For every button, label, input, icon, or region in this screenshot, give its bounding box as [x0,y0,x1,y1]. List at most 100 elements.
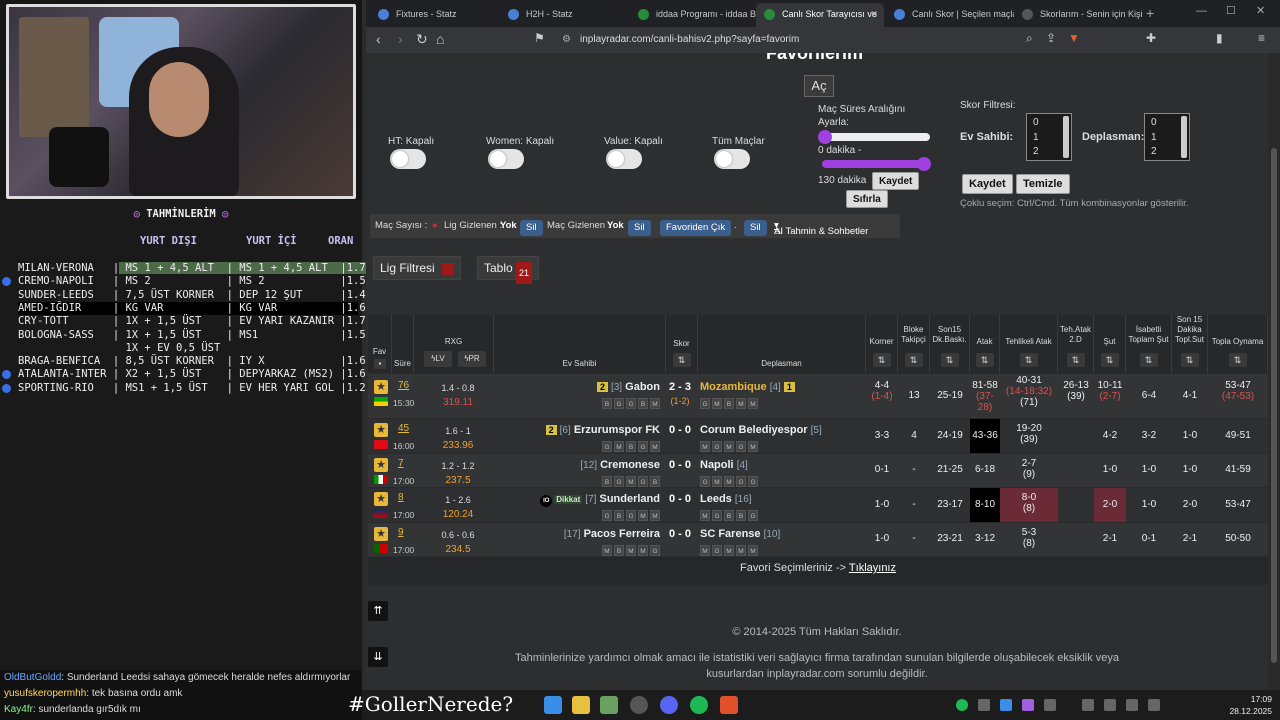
away-team[interactable]: Napoli [4] [700,459,748,471]
ai-chat-menu[interactable]: ♨ AI Tahmin & Sohbetler ▾ [774,220,868,237]
home-team[interactable]: 2 [6] Erzurumspor FK [545,424,660,436]
delete-league-hidden-button[interactable]: Sil [520,220,543,236]
women-toggle[interactable] [488,149,524,169]
match-rank-link[interactable]: 9 [398,527,404,538]
tray-icon[interactable] [1022,699,1034,711]
league-filter-button[interactable]: Lig Filtresi [373,256,461,280]
range-min-slider[interactable] [822,133,930,141]
file-explorer-icon[interactable] [572,696,590,714]
reset-range-button[interactable]: Sıfırla [846,190,888,208]
home-team[interactable]: [17] Pacos Ferreira [564,528,660,540]
site-info-icon[interactable]: ⚙ [562,30,571,50]
sort-icon[interactable]: ⇅ [872,353,891,367]
tab-iddaa[interactable]: iddaa Programı - iddaa Bü [630,3,758,27]
obs-icon[interactable] [630,696,648,714]
trash-icon[interactable]: ▪ [374,359,386,369]
favorite-star-icon[interactable]: ★ [374,458,388,472]
tray-icon[interactable] [1044,699,1056,711]
new-tab-icon[interactable]: + [1146,5,1154,21]
tab-selected-matches[interactable]: Canlı Skor | Seçilen maçlar [886,3,1014,27]
away-team[interactable]: SC Farense [10] [700,528,780,540]
page-scrollbar[interactable] [1268,53,1280,690]
ht-toggle[interactable] [390,149,426,169]
match-row[interactable]: ★ 76 15:30 1.4 - 0.8 319.11 2 [3] Gabon 2 - 3 (1… [368,373,1268,418]
bookmark-icon[interactable]: ⚑ [534,31,545,45]
maximize-icon[interactable]: ☐ [1226,4,1236,17]
sort-icon[interactable]: ⇅ [1228,353,1247,367]
table-button[interactable]: Tablo 21 [477,256,539,284]
lv-sort-button[interactable]: ϟLV [424,351,452,367]
sort-icon[interactable]: ⇅ [940,353,959,367]
sort-icon[interactable]: ⇅ [975,353,994,367]
close-icon[interactable]: ✕ [870,3,878,25]
favorite-star-icon[interactable]: ★ [374,380,388,394]
match-rank-link[interactable]: 76 [398,380,409,391]
range-max-slider[interactable] [822,160,930,168]
home-icon[interactable]: ⌂ [436,31,444,47]
spotify-icon[interactable] [690,696,708,714]
volume-icon[interactable] [1126,699,1138,711]
sort-icon[interactable]: ⇅ [672,353,691,367]
home-team[interactable]: IO Dikkat [7] Sunderland [540,493,660,507]
notepad-icon[interactable] [600,696,618,714]
sort-icon[interactable]: ⇅ [1180,353,1199,367]
all-matches-toggle[interactable] [714,149,750,169]
zoom-icon[interactable]: ⌕ [1026,31,1033,46]
sort-icon[interactable]: ⇅ [1139,353,1158,367]
tray-icon[interactable] [978,699,990,711]
tab-live-score-scanner[interactable]: Canlı Skor Tarayıcısı ve ✕ [756,3,884,27]
scroll-top-icon[interactable]: ⇈ [368,601,388,621]
tab-my-scores[interactable]: Skorlarım - Senin için Kişis [1014,3,1142,27]
save-range-button[interactable]: Kaydet [872,172,920,190]
clear-score-filter-button[interactable]: Temizle [1016,174,1070,194]
delete-match-hidden-button[interactable]: Sil [628,220,651,236]
tab-h2h[interactable]: H2H - Statz [500,3,628,27]
save-score-filter-button[interactable]: Kaydet [962,174,1013,194]
share-icon[interactable]: ⇪ [1046,31,1056,45]
home-score-listbox[interactable]: 012 [1026,113,1072,161]
away-team[interactable]: Mozambique [4] 1 [700,381,795,393]
windows-start-icon[interactable] [544,696,562,714]
menu-icon[interactable]: ≡ [1258,31,1265,45]
forward-icon[interactable]: › [398,31,403,47]
sort-icon[interactable]: ⇅ [904,353,923,367]
favorite-selections-link[interactable]: Favori Seçimleriniz -> Tıklayınız [740,562,896,574]
brave-icon[interactable] [720,696,738,714]
reload-icon[interactable]: ↻ [416,31,428,48]
range-min-knob[interactable] [818,130,832,144]
value-toggle[interactable] [606,149,642,169]
match-row[interactable]: ★ 8 17:00 1 - 2.6 120.24 IO Dikkat [7] Sunderla… [368,487,1268,523]
sidebar-icon[interactable]: ▮ [1216,31,1223,45]
open-button[interactable]: Aç [804,75,834,97]
sort-icon[interactable]: ⇅ [1066,353,1085,367]
match-row[interactable]: ★ 7 17:00 1.2 - 1.2 237.5 [12] Cremonese 0 - 0… [368,453,1268,487]
favorite-star-icon[interactable]: ★ [374,527,388,541]
close-window-icon[interactable]: ✕ [1256,4,1265,17]
back-icon[interactable]: ‹ [376,31,381,47]
battery-icon[interactable] [1148,699,1160,711]
range-max-knob[interactable] [917,157,931,171]
spotify-tray-icon[interactable] [956,699,968,711]
brave-shield-icon[interactable]: ▼ [1068,31,1080,45]
match-row[interactable]: ★ 45 16:00 1.6 - 1 233.96 2 [6] Erzurumspor FK… [368,418,1268,454]
minimize-icon[interactable]: — [1196,5,1207,17]
favorite-star-icon[interactable]: ★ [374,492,388,506]
home-team[interactable]: 2 [3] Gabon [596,381,660,393]
sort-icon[interactable]: ⇅ [1100,353,1119,367]
tab-fixtures[interactable]: Fixtures - Statz [370,3,498,27]
tray-icon[interactable] [1000,699,1012,711]
away-team[interactable]: Leeds [16] [700,493,752,505]
match-row[interactable]: ★ 9 17:00 0.6 - 0.6 234.5 [17] Pacos Ferreira… [368,522,1268,556]
pr-sort-button[interactable]: ϟPR [458,351,486,367]
extensions-icon[interactable]: ✚ [1146,31,1156,45]
wifi-icon[interactable] [1104,699,1116,711]
tray-icon[interactable] [1082,699,1094,711]
match-rank-link[interactable]: 45 [398,423,409,434]
away-score-listbox[interactable]: 012 [1144,113,1190,161]
sort-icon[interactable]: ⇅ [1019,353,1038,367]
remove-favorite-button[interactable]: Favoriden Çık [660,220,732,236]
away-team[interactable]: Corum Belediyespor [5] [700,424,822,436]
delete-favorite-button[interactable]: Sil [744,220,767,236]
system-clock[interactable]: 17:09 28.12.2025 [1229,693,1272,717]
favorite-star-icon[interactable]: ★ [374,423,388,437]
